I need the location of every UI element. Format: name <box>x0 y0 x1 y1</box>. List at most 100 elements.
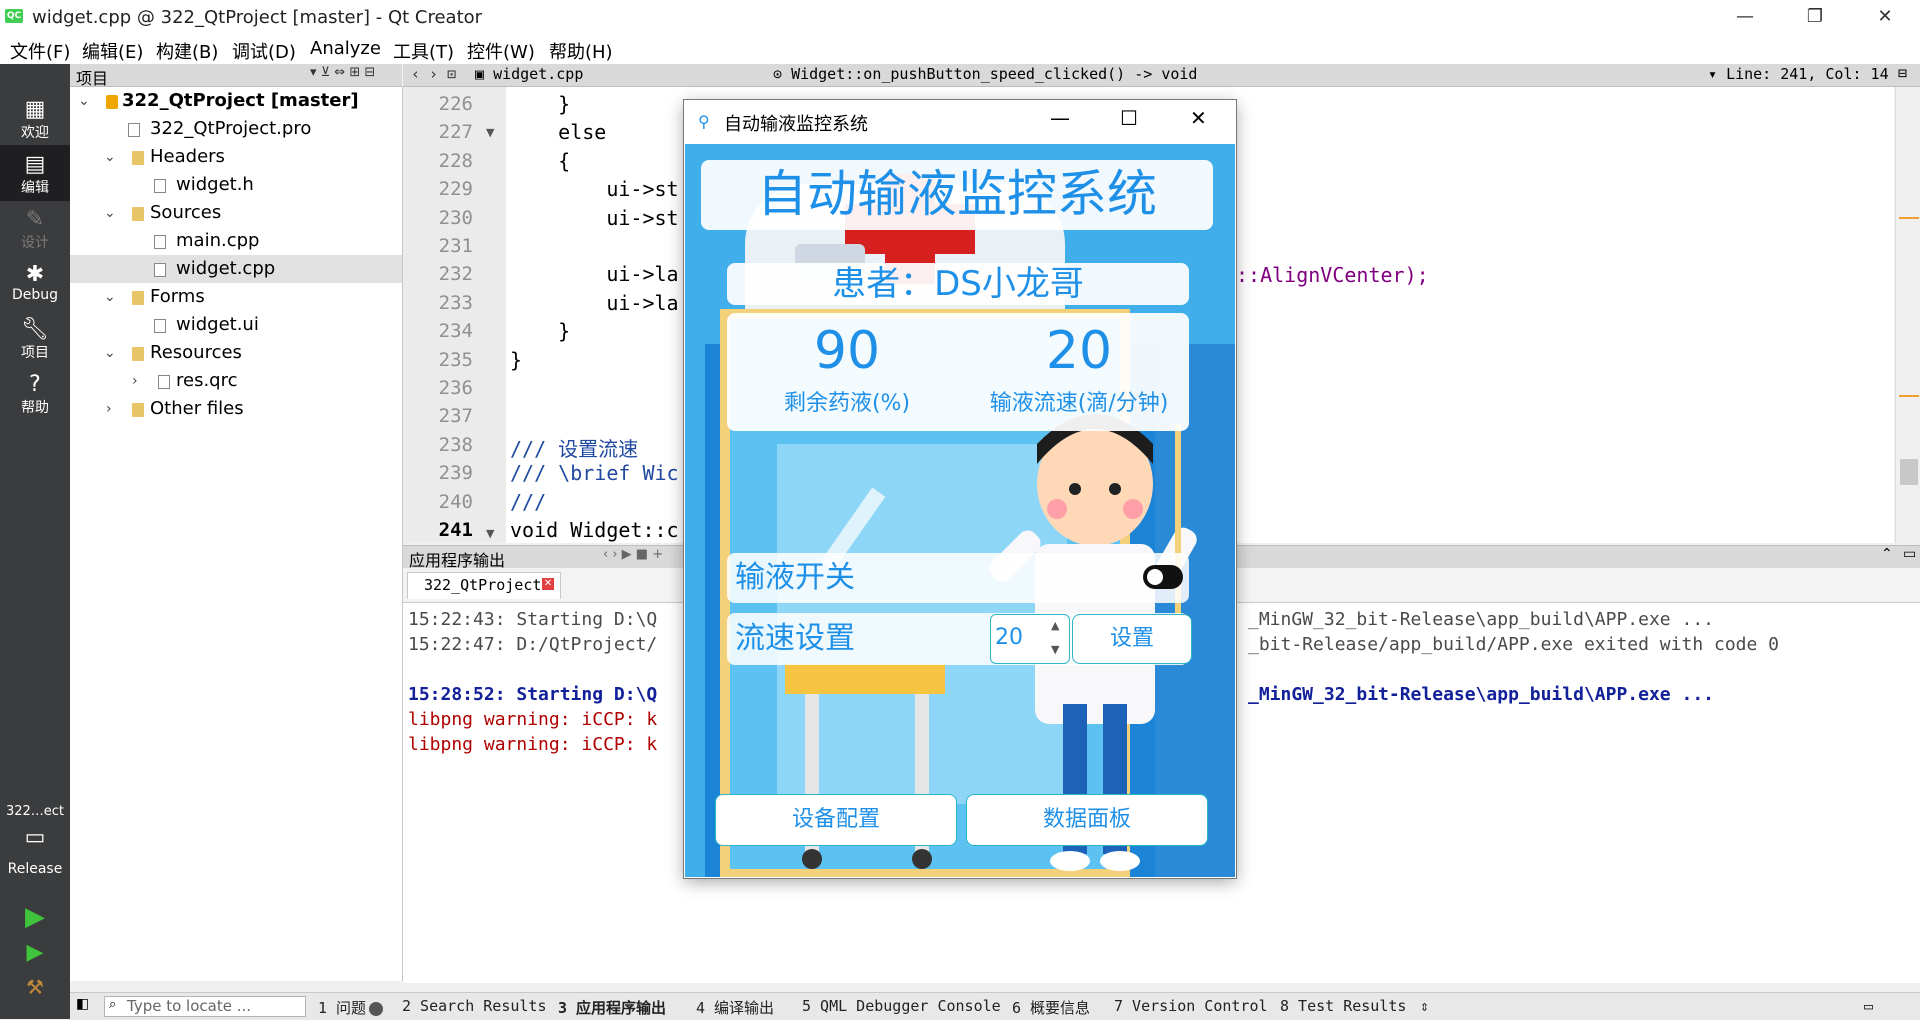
mode-welcome[interactable]: ▦ 欢迎 <box>0 98 70 142</box>
tree-item-project-root[interactable]: ⌄ 322_QtProject [master] <box>70 87 402 115</box>
infusion-toggle[interactable] <box>1143 565 1183 589</box>
kit-project-label: 322…ect <box>5 804 65 819</box>
tree-item-main-cpp[interactable]: main.cpp <box>70 227 402 255</box>
output-line: 15:22:43: Starting D:\Q <box>408 609 658 630</box>
mode-edit[interactable]: ▤ 编辑 <box>0 153 70 197</box>
kit-selector[interactable]: ▭ <box>0 826 70 850</box>
dialog-minimize-button[interactable]: — <box>1050 106 1070 130</box>
cursor-position[interactable]: ▾ Line: 241, Col: 14 <box>1708 65 1889 83</box>
output-line: libpng warning: iCCP: k <box>408 709 658 730</box>
chevron-right-icon: › <box>132 373 138 389</box>
menu-debug[interactable]: 调试(D) <box>232 38 296 64</box>
editor-symbol-name: Widget::on_pushButton_speed_clicked() ->… <box>791 65 1198 83</box>
nav-arrows[interactable]: ‹ › ⊡ <box>411 65 456 83</box>
close-pane-icon[interactable]: ▭ <box>1903 546 1916 562</box>
menu-analyze[interactable]: Analyze <box>310 38 381 59</box>
editor-symbol-combo[interactable]: ⊙ Widget::on_pushButton_speed_clicked() … <box>773 65 1197 83</box>
menu-help[interactable]: 帮助(H) <box>549 38 613 64</box>
line-number: 236 <box>438 377 473 399</box>
tree-item-headers[interactable]: ⌄ Headers <box>70 143 402 171</box>
tree-item-widget-cpp[interactable]: widget.cpp <box>70 255 402 283</box>
data-panel-button[interactable]: 数据面板 <box>966 794 1208 846</box>
spin-down-icon[interactable]: ▼ <box>1051 643 1059 656</box>
progress-toggle-icon[interactable]: ▭ <box>1864 997 1873 1015</box>
mode-projects[interactable]: 🔧︎ 项目 <box>0 318 70 362</box>
statusbar-tab-app-output[interactable]: 3 应用程序输出 <box>558 997 666 1018</box>
statusbar-tab-version-control[interactable]: 7 Version Control <box>1114 997 1268 1015</box>
menu-controls[interactable]: 控件(W) <box>467 38 535 64</box>
menu-tools[interactable]: 工具(T) <box>393 38 454 64</box>
tree-item-other-files[interactable]: › Other files <box>70 395 402 423</box>
pane-tool-icons[interactable]: ▾ ⊻ ⇔ ⊞ ⊟ <box>310 65 375 80</box>
maximize-button[interactable]: ❐ <box>1780 0 1850 34</box>
tree-item-label: widget.h <box>176 174 254 195</box>
statusbar-tab-search[interactable]: 2 Search Results <box>402 997 547 1015</box>
project-tree: ⌄ 322_QtProject [master] 322_QtProject.p… <box>70 87 403 981</box>
folder-icon <box>132 207 144 221</box>
mode-help[interactable]: ? 帮助 <box>0 373 70 417</box>
tree-item-label: 322_QtProject.pro <box>150 118 312 139</box>
mode-design[interactable]: ✎ 设计 <box>0 208 70 252</box>
toggle-sidebar-icon[interactable]: ◧ <box>76 996 89 1012</box>
set-speed-button[interactable]: 设置 <box>1072 614 1192 664</box>
line-number: 227 <box>438 121 473 144</box>
patient-panel: 患者：DS小龙哥 <box>727 263 1189 305</box>
tree-item-label: res.qrc <box>176 370 238 391</box>
build-hammer-icon[interactable]: ⚒ <box>0 975 70 999</box>
output-tool-icons[interactable]: ‹ › ▶ ■ + <box>603 547 663 562</box>
maximize-pane-icon[interactable]: ⌃ <box>1881 546 1893 562</box>
file-icon: ▣ <box>475 65 494 83</box>
statusbar-tab-test-results[interactable]: 8 Test Results <box>1280 997 1406 1015</box>
run-icon[interactable]: ▶ <box>0 902 70 932</box>
design-icon: ✎ <box>25 207 45 232</box>
line-number: 231 <box>438 235 473 257</box>
mode-help-label: 帮助 <box>21 400 49 416</box>
locator-input[interactable]: ⌕ Type to locate ... <box>104 996 306 1017</box>
line-number: 235 <box>438 348 473 371</box>
menu-file[interactable]: 文件(F) <box>10 38 70 64</box>
fold-arrow-icon[interactable]: ▼ <box>486 126 494 139</box>
tree-item-res-qrc[interactable]: › res.qrc <box>70 367 402 395</box>
statusbar-tab-label: 1 问题 <box>318 999 367 1017</box>
line-number: 240 <box>438 490 473 513</box>
scroll-thumb[interactable] <box>1900 459 1918 485</box>
project-icon <box>106 95 118 109</box>
output-tab[interactable]: 322_QtProject ✕ <box>407 572 561 599</box>
tree-item-widget-h[interactable]: widget.h <box>70 171 402 199</box>
speed-spinbox[interactable]: 20 ▲ ▼ <box>990 614 1070 664</box>
chevron-down-icon: ⌄ <box>104 289 116 305</box>
output-line-tail: _MinGW_32_bit-Release\app_build\APP.exe … <box>1248 609 1714 630</box>
project-pane-header: 项目 ▾ ⊻ ⇔ ⊞ ⊟ <box>70 64 402 88</box>
spin-up-icon[interactable]: ▲ <box>1051 619 1059 632</box>
device-config-button[interactable]: 设备配置 <box>715 794 957 846</box>
tree-item-resources[interactable]: ⌄ Resources <box>70 339 402 367</box>
editor-vertical-scrollbar[interactable] <box>1895 87 1920 543</box>
more-tabs-icon[interactable]: ⇕ <box>1420 997 1429 1015</box>
debug-run-icon[interactable]: ▶ <box>0 940 70 965</box>
statusbar-tab-issues[interactable]: 1 问题 <box>318 997 384 1018</box>
tree-item-widget-ui[interactable]: widget.ui <box>70 311 402 339</box>
tree-item-forms[interactable]: ⌄ Forms <box>70 283 402 311</box>
tree-item-sources[interactable]: ⌄ Sources <box>70 199 402 227</box>
editor-file-name: widget.cpp <box>493 65 584 83</box>
minimize-button[interactable]: — <box>1710 0 1780 34</box>
statusbar-tab-general[interactable]: 6 概要信息 <box>1012 997 1090 1018</box>
tree-item-label: Other files <box>150 398 244 419</box>
fold-arrow-icon[interactable]: ▼ <box>486 527 494 540</box>
close-button[interactable]: ✕ <box>1850 0 1920 34</box>
editor-file-combo[interactable]: ▣ widget.cpp <box>475 65 583 83</box>
split-icon[interactable]: ⊟ <box>1898 64 1907 82</box>
statusbar-tab-qml-console[interactable]: 5 QML Debugger Console <box>802 997 1001 1015</box>
menu-edit[interactable]: 编辑(E) <box>82 38 143 64</box>
mode-debug[interactable]: ✱ Debug <box>0 263 70 304</box>
window-title: widget.cpp @ 322_QtProject [master] - Qt… <box>32 7 483 28</box>
scroll-marker <box>1899 395 1919 397</box>
dialog-close-button[interactable]: ✕ <box>1190 106 1207 130</box>
menu-build[interactable]: 构建(B) <box>156 38 218 64</box>
close-icon[interactable]: ✕ <box>542 578 554 590</box>
statusbar-tab-compile-output[interactable]: 4 编译输出 <box>696 997 774 1018</box>
status-bar: ◧ ⌕ Type to locate ... 1 问题 2 Search Res… <box>70 992 1920 1020</box>
chevron-down-icon: ⌄ <box>104 149 116 165</box>
tree-item-pro-file[interactable]: 322_QtProject.pro <box>70 115 402 143</box>
dialog-maximize-button[interactable]: ☐ <box>1120 106 1138 130</box>
